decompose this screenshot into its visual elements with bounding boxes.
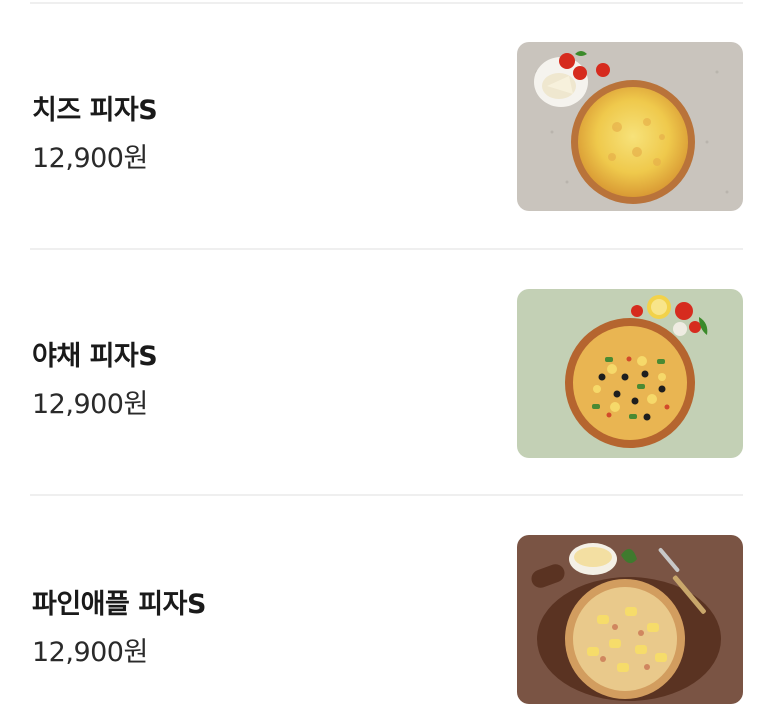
cheese-pizza-image <box>517 42 743 211</box>
menu-item-price: 12,900원 <box>32 637 148 668</box>
menu-item-name: 치즈 피자S <box>32 95 158 126</box>
menu-item-price: 12,900원 <box>32 143 148 174</box>
pineapple-pizza-photo <box>517 535 743 704</box>
pineapple-pizza-image <box>517 535 743 704</box>
vegetable-pizza-photo <box>517 289 743 458</box>
menu-item-vegetable-pizza[interactable]: 야채 피자S 12,900원 <box>0 250 773 496</box>
menu-list: 치즈 피자S 12,900원 야채 피자S 12,900원 파인애플 피자S 1… <box>0 0 773 724</box>
menu-item-price: 12,900원 <box>32 389 148 420</box>
vegetable-pizza-image <box>517 289 743 458</box>
menu-item-cheese-pizza[interactable]: 치즈 피자S 12,900원 <box>0 4 773 250</box>
cheese-pizza-photo <box>517 42 743 211</box>
menu-item-name: 파인애플 피자S <box>32 589 206 620</box>
menu-item-name: 야채 피자S <box>32 341 158 372</box>
menu-item-pineapple-pizza[interactable]: 파인애플 피자S 12,900원 <box>0 496 773 724</box>
